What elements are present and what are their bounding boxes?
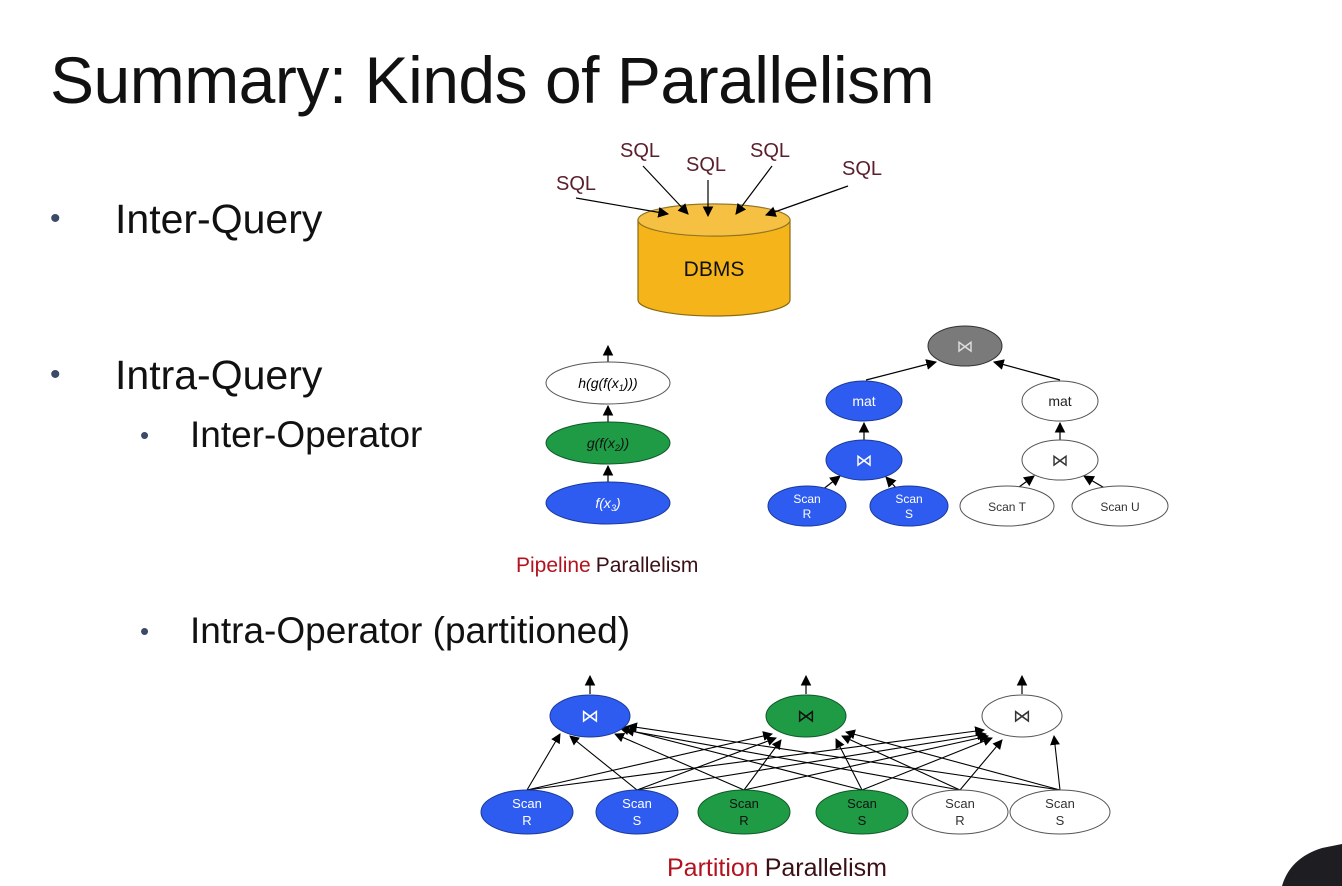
operator-tree-diagram: ⋈ mat mat ⋈ ⋈ Scan R Scan S Scan T Scan … xyxy=(767,325,1169,527)
pipeline-node-h-label: h(g(f(x1))) xyxy=(578,375,637,393)
join-symbol: ⋈ xyxy=(856,451,873,470)
scan-table: R xyxy=(955,813,964,828)
diagrams-canvas: DBMS SQL SQL SQL SQL SQL h(g(f(x1))) g(f… xyxy=(480,140,1342,886)
sql-label: SQL xyxy=(750,140,790,162)
scan-table: S xyxy=(905,507,913,521)
scan-table: S xyxy=(633,813,642,828)
partition-caption-rest: Parallelism xyxy=(765,854,887,882)
join-symbol: ⋈ xyxy=(1052,451,1069,470)
scan-label: Scan xyxy=(1045,796,1075,811)
sql-arrow xyxy=(575,197,670,218)
scan-label: Scan xyxy=(945,796,975,811)
sql-arrow xyxy=(642,165,689,215)
mat-label: mat xyxy=(852,393,875,409)
partition-caption: Partition Parallelism xyxy=(667,854,887,882)
sql-label: SQL xyxy=(842,158,882,180)
scan-table: S xyxy=(1056,813,1065,828)
scan-table: S xyxy=(858,813,867,828)
join-symbol: ⋈ xyxy=(1013,706,1031,726)
sql-label: SQL xyxy=(556,173,596,195)
scan-label: Scan xyxy=(512,796,542,811)
tree-edge xyxy=(865,359,938,381)
inter-query-diagram: DBMS SQL SQL SQL SQL SQL xyxy=(556,140,882,317)
scan-label: Scan xyxy=(847,796,877,811)
partition-diagram: ⋈ ⋈ ⋈ Scan R Scan S Scan R Scan S Scan R… xyxy=(480,674,1111,882)
pipeline-caption-rest: Parallelism xyxy=(596,554,699,577)
sql-label: SQL xyxy=(620,140,660,162)
sql-label: SQL xyxy=(686,154,726,176)
pipeline-diagram: h(g(f(x1))) g(f(x2)) f(x3) Pipeline Paral… xyxy=(516,344,698,577)
scan-t-label: Scan T xyxy=(988,500,1026,514)
sql-arrow xyxy=(764,185,849,217)
scan-table: R xyxy=(803,507,812,521)
pipeline-caption: Pipeline Parallelism xyxy=(516,554,698,577)
scan-label: Scan xyxy=(793,492,820,506)
partition-caption-highlight: Partition xyxy=(667,854,759,882)
pipeline-caption-highlight: Pipeline xyxy=(516,554,591,577)
scan-label: Scan xyxy=(895,492,922,506)
dbms-cylinder-top-shade xyxy=(638,204,790,236)
tree-edge xyxy=(992,359,1061,381)
slide: Summary: Kinds of Parallelism • Inter-Qu… xyxy=(0,0,1342,886)
scan-table: R xyxy=(522,813,531,828)
scan-label: Scan xyxy=(729,796,759,811)
pipeline-node-g-label: g(f(x2)) xyxy=(587,435,629,453)
join-symbol: ⋈ xyxy=(797,706,815,726)
join-symbol: ⋈ xyxy=(581,706,599,726)
join-symbol: ⋈ xyxy=(957,337,974,356)
scan-table: R xyxy=(739,813,748,828)
scan-u-label: Scan U xyxy=(1100,500,1139,514)
dbms-label: DBMS xyxy=(684,258,745,281)
mat-label: mat xyxy=(1048,393,1071,409)
pipeline-node-f-label: f(x3) xyxy=(595,495,620,513)
presenter-silhouette xyxy=(1282,844,1342,886)
scan-label: Scan xyxy=(622,796,652,811)
